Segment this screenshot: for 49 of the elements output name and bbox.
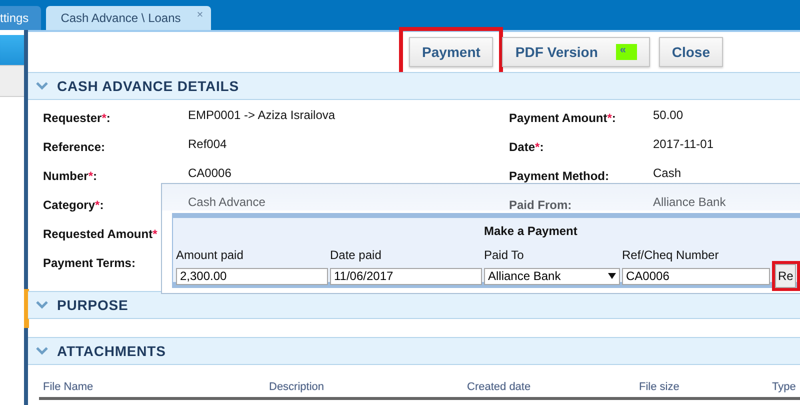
field-value: Cash Advance — [188, 194, 266, 211]
field-value: EMP0001 -> Aziza Israilova — [188, 107, 336, 124]
field-value: Alliance Bank — [653, 194, 727, 211]
field-label: Ref/Cheq Number — [622, 248, 720, 264]
section-header[interactable]: CASH ADVANCE DETAILS — [28, 72, 800, 100]
field-value: Ref004 — [188, 136, 228, 153]
field-label: Requester*: — [43, 110, 112, 127]
sidebar-item[interactable] — [0, 66, 24, 97]
field-label: Category*: — [43, 197, 105, 214]
toolbar-button[interactable]: PDF Version « — [502, 37, 650, 67]
chevron-down-icon[interactable] — [36, 347, 48, 355]
section-header[interactable]: PURPOSE — [28, 291, 800, 319]
field-label: Payment Amount*: — [509, 110, 617, 127]
column-header: Type — [771, 381, 797, 395]
dropdown-arrow-icon — [608, 273, 616, 279]
input-field[interactable]: CA0006 — [622, 268, 770, 284]
tab[interactable]: Cash Advance \ Loans × — [46, 6, 212, 30]
field-label: Date*: — [509, 139, 545, 156]
column-header: Created date — [466, 381, 532, 395]
toolbar-button[interactable]: Close — [658, 37, 723, 67]
field-value: Cash — [653, 165, 682, 182]
field-label: Payment Method: — [509, 168, 610, 185]
column-header: File size — [638, 381, 680, 395]
dialog-button[interactable]: Re — [775, 264, 796, 288]
chevron-down-icon[interactable] — [36, 82, 48, 90]
column-header: Description — [268, 381, 326, 395]
field-label: Date paid — [330, 248, 382, 264]
chevron-down-icon[interactable] — [36, 301, 48, 309]
field-value: 50.00 — [653, 107, 684, 124]
field-label: Paid To — [484, 248, 525, 264]
field-value: 2017-11-01 — [653, 136, 714, 153]
sidebar-item[interactable] — [0, 35, 24, 66]
input-field[interactable]: 2,300.00 — [176, 268, 328, 284]
field-value: CA0006 — [188, 165, 232, 182]
section-header[interactable]: ATTACHMENTS — [28, 337, 800, 365]
section-title: CASH ADVANCE DETAILS — [57, 78, 239, 94]
toolbar-button[interactable]: Payment — [409, 37, 494, 67]
input-field[interactable]: 11/06/2017 — [330, 268, 482, 284]
dialog-title: Make a Payment — [484, 224, 578, 238]
section-title: PURPOSE — [57, 297, 128, 313]
field-label: Number*: — [43, 168, 98, 185]
section-title: ATTACHMENTS — [57, 343, 166, 359]
field-label: Amount paid — [176, 248, 244, 264]
collapse-badge[interactable]: « — [616, 44, 637, 60]
field-label: Reference: — [43, 139, 106, 156]
field-label: Requested Amount* — [43, 226, 158, 243]
select-field[interactable]: Alliance Bank — [484, 268, 620, 284]
column-header: File Name — [42, 381, 94, 395]
field-label: Paid From: — [509, 197, 573, 214]
